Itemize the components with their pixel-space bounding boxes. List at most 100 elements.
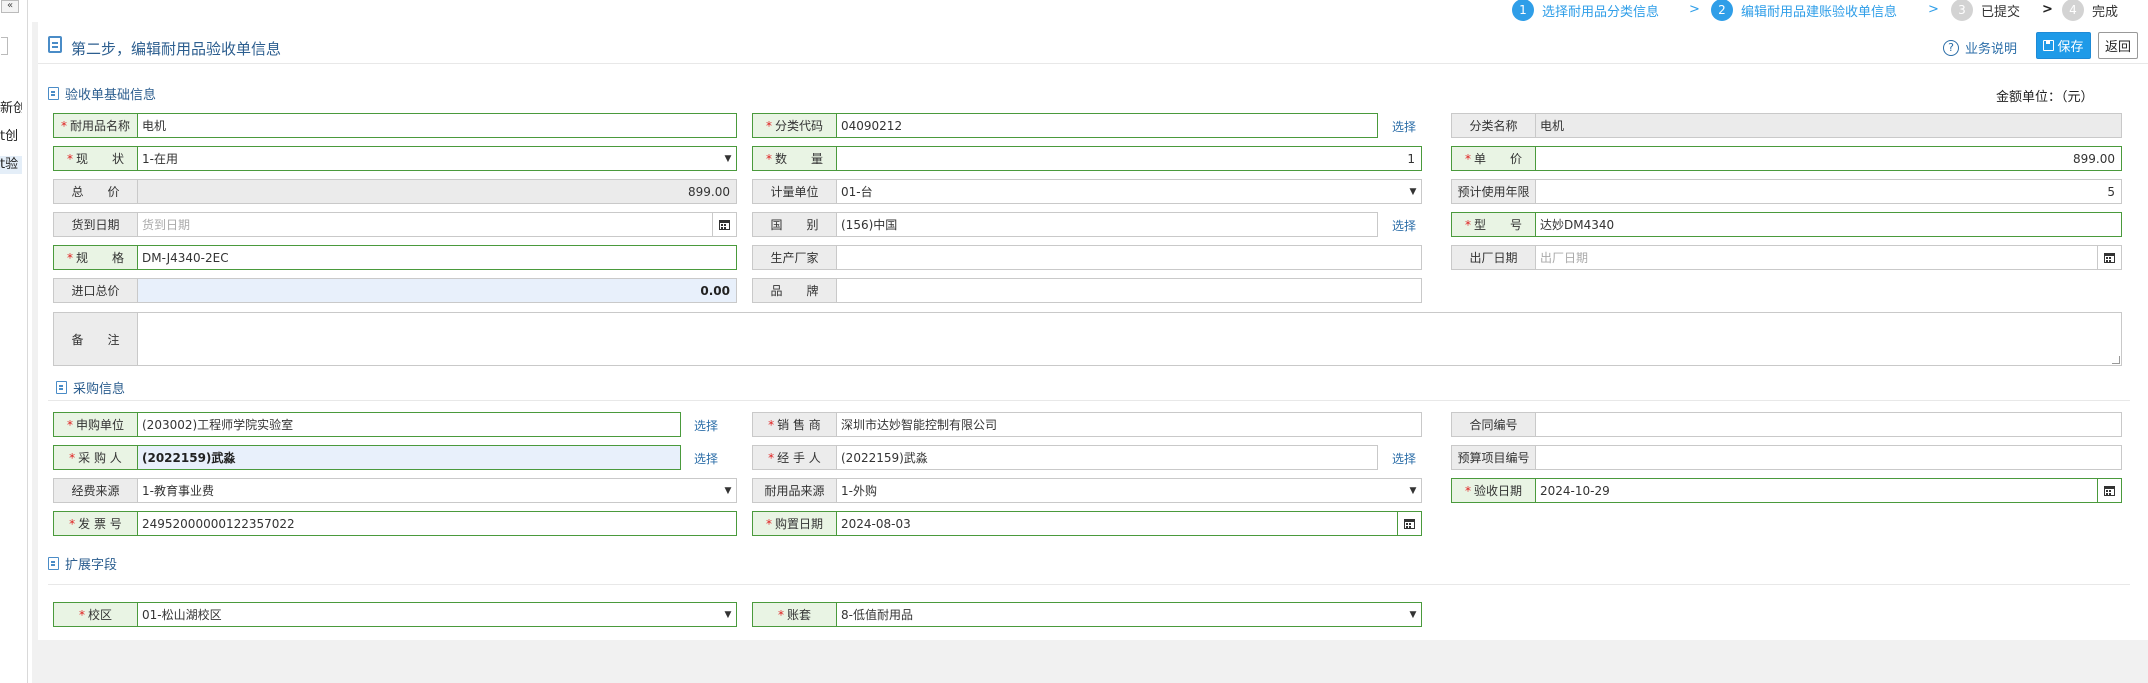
factory-date-input[interactable]: 出厂日期 (1536, 246, 2097, 269)
field-label: 分类名称 (1452, 114, 1536, 137)
item-name-input[interactable]: 电机 (138, 114, 736, 137)
divider (48, 584, 2130, 585)
sidebar-handle[interactable] (1, 37, 8, 55)
unit-price-input[interactable]: 899.00 (1536, 147, 2121, 170)
select-handler-link[interactable]: 选择 (1392, 450, 1416, 467)
acceptance-date-input[interactable]: 2024-10-29 (1536, 479, 2097, 502)
field-factory-date[interactable]: 出厂日期 出厂日期 (1451, 245, 2122, 270)
field-unit-price[interactable]: * 单 价 899.00 (1451, 146, 2122, 171)
remark-textarea[interactable] (138, 313, 2121, 365)
fund-source-select[interactable]: 1-教育事业费 (138, 479, 720, 502)
arrival-date-input[interactable]: 货到日期 (138, 213, 712, 236)
field-expected-years[interactable]: 预计使用年限 5 (1451, 179, 2122, 204)
field-category-code[interactable]: * 分类代码 04090212 (752, 113, 1378, 138)
quantity-input[interactable]: 1 (837, 147, 1421, 170)
total-price-value: 899.00 (138, 180, 736, 203)
select-category-link[interactable]: 选择 (1392, 118, 1416, 135)
field-fund-source[interactable]: 经费来源 1-教育事业费 ▼ (53, 478, 737, 503)
manufacturer-input[interactable] (837, 246, 1421, 269)
import-total-input[interactable]: 0.00 (138, 279, 736, 302)
field-label: 货到日期 (54, 213, 138, 236)
sidebar-item-acceptance[interactable]: t验 (0, 156, 22, 174)
field-quantity[interactable]: * 数 量 1 (752, 146, 1422, 171)
field-item-name[interactable]: * 耐用品名称 电机 (53, 113, 737, 138)
budget-no-input[interactable] (1536, 446, 2121, 469)
item-source-select[interactable]: 1-外购 (837, 479, 1405, 502)
step-3: 3 已提交 (1951, 0, 2020, 21)
country-input[interactable]: (156)中国 (837, 213, 1377, 236)
spec-input[interactable]: DM-J4340-2EC (138, 246, 736, 269)
field-brand[interactable]: 品 牌 (752, 278, 1422, 303)
field-campus[interactable]: * 校区 01-松山湖校区 ▼ (53, 602, 737, 627)
step-separator: > (1689, 2, 1700, 17)
field-budget-no[interactable]: 预算项目编号 (1451, 445, 2122, 470)
back-button[interactable]: 返回 (2098, 32, 2138, 59)
field-manufacturer[interactable]: 生产厂家 (752, 245, 1422, 270)
status-select[interactable]: 1-在用 (138, 147, 720, 170)
help-label: 业务说明 (1965, 42, 2018, 57)
purchaser-input[interactable]: (2022159)武淼 (138, 446, 680, 469)
field-status[interactable]: * 现 状 1-在用 ▼ (53, 146, 737, 171)
field-purchaser[interactable]: * 采 购 人 (2022159)武淼 (53, 445, 681, 470)
field-arrival-date[interactable]: 货到日期 货到日期 (53, 212, 737, 237)
step-4: 4 完成 (2062, 0, 2118, 21)
select-country-link[interactable]: 选择 (1392, 217, 1416, 234)
field-model[interactable]: * 型 号 达妙DM4340 (1451, 212, 2122, 237)
help-link[interactable]: ? 业务说明 (1943, 38, 2017, 57)
field-country[interactable]: 国 别 (156)中国 (752, 212, 1378, 237)
section-title-basic-label: 验收单基础信息 (65, 88, 157, 103)
field-import-total[interactable]: 进口总价 0.00 (53, 278, 737, 303)
handler-input[interactable]: (2022159)武淼 (837, 446, 1377, 469)
measure-unit-select[interactable]: 01-台 (837, 180, 1405, 203)
field-remark[interactable]: 备 注 (53, 312, 2122, 366)
field-label: * 数 量 (753, 147, 837, 170)
field-ledger[interactable]: * 账套 8-低值耐用品 ▼ (752, 602, 1422, 627)
calendar-button[interactable] (2097, 246, 2121, 269)
field-contract-no[interactable]: 合同编号 (1451, 412, 2122, 437)
field-handler[interactable]: * 经 手 人 (2022159)武淼 (752, 445, 1378, 470)
field-acceptance-date[interactable]: * 验收日期 2024-10-29 (1451, 478, 2122, 503)
expected-years-input[interactable]: 5 (1536, 180, 2121, 203)
main-area: 1 选择耐用品分类信息 > 2 编辑耐用品建账验收单信息 > 3 已提交 > 4… (32, 0, 2148, 683)
step-2[interactable]: 2 编辑耐用品建账验收单信息 (1711, 0, 1897, 21)
field-applicant-unit[interactable]: * 申购单位 (203002)工程师学院实验室 (53, 412, 681, 437)
calendar-button[interactable] (1397, 512, 1421, 535)
chevron-down-icon[interactable]: ▼ (720, 603, 736, 626)
collapse-sidebar-button[interactable]: « (1, 0, 19, 13)
calendar-button[interactable] (2097, 479, 2121, 502)
field-purchase-date[interactable]: * 购置日期 2024-08-03 (752, 511, 1422, 536)
model-input[interactable]: 达妙DM4340 (1536, 213, 2121, 236)
category-code-input[interactable]: 04090212 (837, 114, 1377, 137)
vendor-input[interactable]: 深圳市达妙智能控制有限公司 (837, 413, 1421, 436)
field-spec[interactable]: * 规 格 DM-J4340-2EC (53, 245, 737, 270)
field-label: 计量单位 (753, 180, 837, 203)
brand-input[interactable] (837, 279, 1421, 302)
field-measure-unit[interactable]: 计量单位 01-台 ▼ (752, 179, 1422, 204)
chevron-down-icon[interactable]: ▼ (720, 479, 736, 502)
chevron-down-icon[interactable]: ▼ (1405, 180, 1421, 203)
sidebar-item-create[interactable]: t创 (0, 128, 22, 146)
field-vendor[interactable]: * 销 售 商 深圳市达妙智能控制有限公司 (752, 412, 1422, 437)
section-title-purchase-label: 采购信息 (73, 382, 126, 397)
ledger-select[interactable]: 8-低值耐用品 (837, 603, 1405, 626)
field-item-source[interactable]: 耐用品来源 1-外购 ▼ (752, 478, 1422, 503)
calendar-button[interactable] (712, 213, 736, 236)
select-applicant-unit-link[interactable]: 选择 (694, 417, 718, 434)
applicant-unit-input[interactable]: (203002)工程师学院实验室 (138, 413, 680, 436)
resize-handle[interactable] (2112, 356, 2120, 364)
field-invoice-no[interactable]: * 发 票 号 24952000000122357022 (53, 511, 737, 536)
step-1[interactable]: 1 选择耐用品分类信息 (1512, 0, 1659, 21)
sidebar-item-new[interactable]: 新创 (0, 100, 22, 118)
campus-select[interactable]: 01-松山湖校区 (138, 603, 720, 626)
chevron-down-icon[interactable]: ▼ (1405, 479, 1421, 502)
field-label: * 采 购 人 (54, 446, 138, 469)
section-title-basic: 验收单基础信息 (48, 84, 156, 103)
contract-no-input[interactable] (1536, 413, 2121, 436)
select-purchaser-link[interactable]: 选择 (694, 450, 718, 467)
save-button[interactable]: 保存 (2036, 32, 2091, 59)
purchase-date-input[interactable]: 2024-08-03 (837, 512, 1397, 535)
invoice-no-input[interactable]: 24952000000122357022 (138, 512, 736, 535)
chevron-down-icon[interactable]: ▼ (1405, 603, 1421, 626)
chevron-down-icon[interactable]: ▼ (720, 147, 736, 170)
step-separator: > (1928, 2, 1939, 17)
